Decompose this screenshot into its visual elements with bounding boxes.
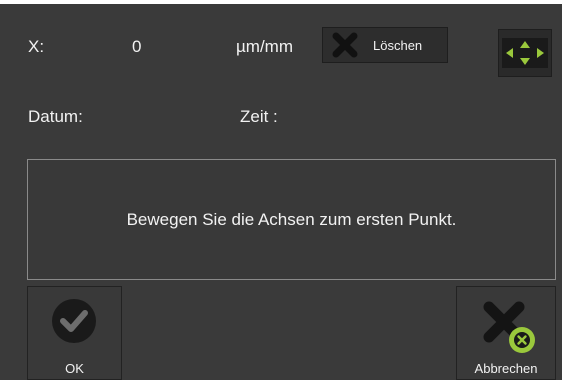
top-strip xyxy=(0,0,562,4)
x-label: X: xyxy=(28,37,45,56)
message-box: Bewegen Sie die Achsen zum ersten Punkt. xyxy=(27,159,556,280)
x-with-green-badge-icon xyxy=(483,301,535,353)
instruction-message: Bewegen Sie die Achsen zum ersten Punkt. xyxy=(126,209,457,229)
date-label: Datum: xyxy=(28,107,83,126)
clear-button[interactable]: Löschen xyxy=(322,27,448,63)
clear-button-label: Löschen xyxy=(373,37,423,53)
cancel-button-label: Abbrechen xyxy=(474,361,538,376)
time-label: Zeit : xyxy=(240,107,278,126)
x-value: 0 xyxy=(132,37,142,56)
move-axes-icon xyxy=(502,38,548,68)
ok-button-label: OK xyxy=(65,361,84,376)
checkmark-circle-icon xyxy=(52,299,96,343)
cancel-button[interactable]: Abbrechen xyxy=(456,286,556,380)
move-axes-button[interactable] xyxy=(498,29,552,77)
x-icon xyxy=(332,32,358,58)
ok-button[interactable]: OK xyxy=(27,286,122,380)
x-unit: µm/mm xyxy=(236,37,294,56)
